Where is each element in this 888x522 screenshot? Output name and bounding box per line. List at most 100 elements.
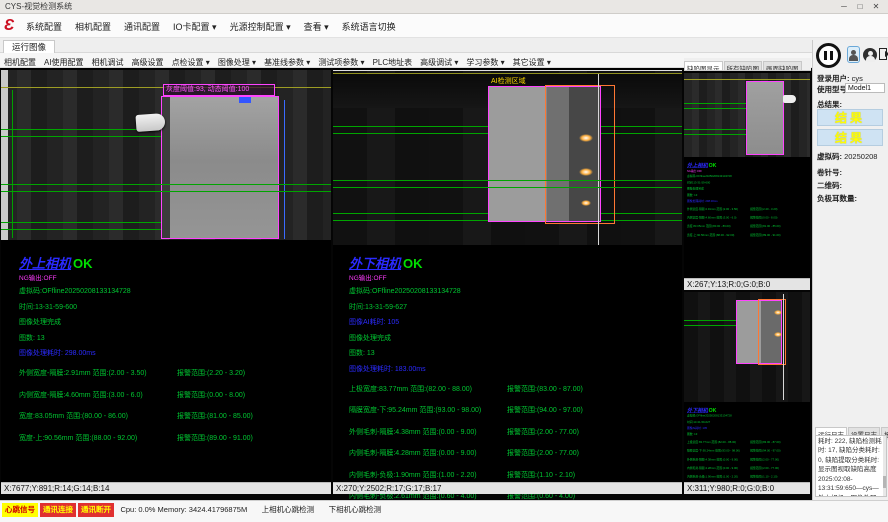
camera-name: 外下相机 <box>687 407 708 413</box>
menu-item[interactable]: IO卡配置 ▾ <box>173 15 217 39</box>
edge-line-blue <box>284 100 285 239</box>
model-value-box[interactable]: Model1 <box>845 83 885 93</box>
elapsed-line: 图像处理耗时: 298.00ms <box>687 199 807 203</box>
measure-line-green <box>684 320 736 321</box>
measure-line-green <box>1 136 161 137</box>
menu-item[interactable]: 查看 ▾ <box>304 15 329 39</box>
top-edge-line <box>333 70 682 71</box>
defect-view-tabs: 缺陷图显示所有缺陷图画面缺陷图 <box>684 58 811 71</box>
measurement-row: 外侧毛刺-隔膜:4.38mm 范围:(0.00 - 9.00)报警范围:(2.0… <box>687 457 807 461</box>
close-button[interactable]: ✕ <box>868 0 884 14</box>
measure-line-green <box>1 191 331 192</box>
result-text-lower: 外下相机OK NG输出:OFF 虚拟码:OFfline2025020813313… <box>349 253 664 513</box>
camera-view-upper[interactable]: 灰度阈值:93, 动态阈值:100 外上相机OK NG输出:OFF 虚拟码:OF… <box>1 68 331 494</box>
tab[interactable]: 画面缺陷图 <box>763 61 802 71</box>
blue-marker <box>239 97 251 103</box>
image-edge-strip <box>1 70 8 240</box>
measure-line-green <box>684 134 746 135</box>
baseline-yellow <box>684 79 810 80</box>
tab-connector <box>783 95 796 103</box>
measure-line-green <box>1 184 331 185</box>
scrollbar[interactable] <box>883 436 886 496</box>
result-ok: OK <box>403 256 423 271</box>
measure-line-green <box>1 229 161 230</box>
window-title: CYS-视觉检测系统 <box>5 2 72 11</box>
measure-line-green <box>684 325 736 326</box>
barcode-line: 虚拟码:OFfline20250208133134728 <box>19 286 334 296</box>
measurement-row: 宽度-上:90.56mm 范围:(88.00 - 92.00)报警范围:(89.… <box>19 433 334 443</box>
tab-connector <box>135 113 165 132</box>
battery-cell-region <box>161 96 279 239</box>
measurement-row: 内侧毛刺-负极:1.90mm 范围:(1.00 - 2.20)报警范围:(1.1… <box>687 475 807 479</box>
pixel-status-bar: X:267;Y:13;R:0;G:0;B:0 <box>684 278 810 290</box>
camera-image-upper[interactable]: 灰度阈值:93, 动态阈值:100 <box>1 70 331 240</box>
ng-output-line: NG输出:OFF <box>349 272 664 282</box>
threshold-overlay-label: 灰度阈值:93, 动态阈值:100 <box>163 84 275 96</box>
result-box-lower: 结果 <box>817 129 883 146</box>
measure-line-green <box>333 180 682 181</box>
qrcode-field: 二维码: <box>817 180 842 191</box>
menu-item[interactable]: 通讯配置 <box>124 15 160 39</box>
time-line: 时间:13-31-59-627 <box>687 420 807 424</box>
tab-run-image[interactable]: 运行图像 <box>3 40 55 53</box>
pixel-status-bar: X:270;Y:2502;R:17;G:17;B:17 <box>333 482 682 494</box>
menu-items: 系统配置相机配置通讯配置 IO卡配置 ▾ 光源控制配置 ▾ 查看 ▾ 系统语言切换 <box>26 14 409 38</box>
tab[interactable]: 所有缺陷图 <box>724 61 763 71</box>
thumbnail-lower-camera[interactable]: 外下相机OK 虚拟码:OFfline20250208133134728 时间:1… <box>684 292 810 494</box>
logout-button[interactable] <box>879 47 888 62</box>
side-panel: 登录用户: cys 使用型号: Model1 总结果: 结果 结果 虚拟码: 2… <box>812 40 888 500</box>
count-line: 图数: 13 <box>19 333 334 343</box>
done-line: 图像处理完成 <box>349 333 664 343</box>
menu-item[interactable]: 相机配置 <box>75 15 111 39</box>
count-line: 图数: 13 <box>349 348 664 358</box>
ai-time-line: 图像AI耗时: 105 <box>687 426 807 430</box>
pin-field: 卷针号: <box>817 167 842 178</box>
battery-cell-region <box>746 81 784 155</box>
measurement-row: 内侧宽度-隔膜:4.60mm 范围:(3.00 - 6.0)报警范围:(0.00… <box>19 390 334 400</box>
thumbnail-upper-camera[interactable]: 外上相机OK NG输出:OFF 虚拟码:OFfline2025020813313… <box>684 71 810 290</box>
user-account-button[interactable] <box>863 48 877 62</box>
status-badges: 心跳信号通讯连接通讯断开 <box>2 499 116 516</box>
thumbnail-image <box>684 73 810 157</box>
measurement-list: 上极宽度:83.77mm 范围:(82.00 - 88.00)报警范围:(83.… <box>687 440 807 484</box>
ng-output-line: NG输出:OFF <box>687 169 807 173</box>
measure-line-green <box>684 108 746 109</box>
cpu-memory-status: Cpu: 0.0% Memory: 3424.41796875M <box>120 505 247 514</box>
maximize-button[interactable]: □ <box>852 0 868 14</box>
edge-line-white <box>598 74 599 245</box>
weld-glow <box>774 332 782 337</box>
measurement-list: 外侧宽度-隔膜:2.91mm 范围:(2.00 - 3.50)报警范围:(2.2… <box>19 368 334 443</box>
operator-mode-button[interactable] <box>847 46 860 63</box>
time-line: 时间:13-31-59-627 <box>349 302 664 312</box>
measurement-row: 内侧毛刺-负极:1.90mm 范围:(1.00 - 2.20)报警范围:(1.1… <box>349 470 664 480</box>
status-badge: 心跳信号 <box>2 503 38 517</box>
minimize-button[interactable]: ─ <box>836 0 852 14</box>
measurement-row: 上极宽度:83.77mm 范围:(82.00 - 88.00)报警范围:(83.… <box>687 440 807 444</box>
camera-title: 外下相机OK <box>349 253 664 272</box>
title-bar: CYS-视觉检测系统 <box>0 0 888 14</box>
elapsed-line: 图像处理耗时: 298.00ms <box>19 348 334 358</box>
pixel-status-bar: X:311;Y:980;R:0;G:0;B:0 <box>684 482 810 494</box>
camera-title: 外上相机OK <box>19 253 334 272</box>
measurement-row: 内侧毛刺-隔膜:4.28mm 范围:(0.00 - 9.00)报警范围:(2.0… <box>349 448 664 458</box>
camera-view-lower[interactable]: AI检测区域 外下相机OK NG输出:OFF 虚拟码:OFfline202502… <box>333 68 682 494</box>
barcode-line: 虚拟码:OFfline20250208133134728 <box>349 286 664 296</box>
edge-line-green <box>12 90 13 238</box>
menu-item[interactable]: 系统配置 <box>26 15 62 39</box>
time-line: 时间:13-31-59-600 <box>19 302 334 312</box>
barcode-value: 20250208 <box>844 152 877 161</box>
menu-item[interactable]: 系统语言切换 <box>342 15 396 39</box>
menu-item[interactable]: 光源控制配置 ▾ <box>230 15 291 39</box>
measurement-row: 宽度:83.05mm 范围:(80.00 - 86.00)报警范围:(81.00… <box>687 224 807 228</box>
tab[interactable]: 缺陷图显示 <box>684 61 723 71</box>
camera-image-lower[interactable]: AI检测区域 <box>333 70 682 245</box>
log-output[interactable]: 耗时: 222, 缺陷检测耗时: 17, 缺陷分类耗时: 0, 缺陷提取分类耗时… <box>815 435 887 497</box>
pause-button[interactable] <box>816 43 841 68</box>
status-badge: 通讯断开 <box>78 503 114 517</box>
measure-line-green <box>684 129 746 130</box>
weld-glow <box>579 134 593 142</box>
result-text-upper: 外上相机OK NG输出:OFF 虚拟码:OFfline2025020813313… <box>19 253 334 454</box>
measurement-row: 外侧宽度-隔膜:2.91mm 范围:(2.00 - 3.50)报警范围:(2.2… <box>19 368 334 378</box>
anode-count-field: 负极耳数量: <box>817 193 857 204</box>
count-line: 图数: 13 <box>687 432 807 436</box>
